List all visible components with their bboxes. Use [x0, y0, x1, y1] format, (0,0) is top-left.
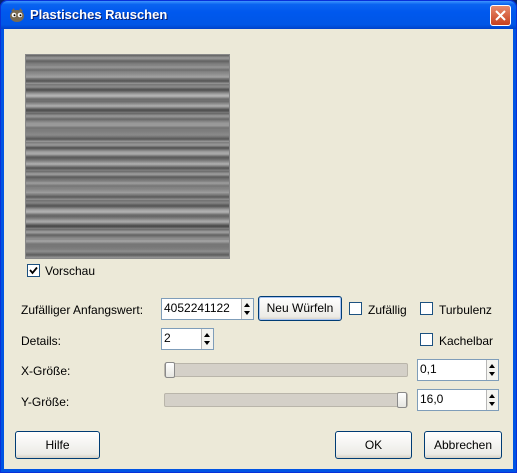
spin-up-icon[interactable]: [244, 303, 250, 307]
cancel-button[interactable]: Abbrechen: [424, 431, 502, 459]
spin-up-icon[interactable]: [204, 333, 210, 337]
seed-spinbox[interactable]: [161, 298, 254, 320]
tileable-checkbox[interactable]: [420, 333, 433, 346]
seed-spin-arrows[interactable]: [241, 299, 253, 319]
x-size-slider-handle[interactable]: [165, 362, 175, 378]
close-button[interactable]: [490, 5, 511, 26]
preview-label: Vorschau: [45, 264, 96, 278]
x-size-spin-arrows[interactable]: [486, 360, 498, 380]
spin-down-icon[interactable]: [489, 372, 495, 376]
spin-down-icon[interactable]: [204, 341, 210, 345]
x-size-spinbox[interactable]: [417, 359, 499, 381]
preview-checkbox[interactable]: [27, 264, 40, 277]
dialog-body: Vorschau Zufälliger Anfangswert: Neu Wür…: [4, 29, 513, 469]
checkmark-icon: [29, 266, 38, 275]
seed-input[interactable]: [164, 301, 240, 315]
tileable-label: Kachelbar: [439, 334, 494, 348]
gimp-icon: [8, 7, 26, 23]
help-button[interactable]: Hilfe: [15, 431, 100, 459]
seed-label: Zufälliger Anfangswert:: [21, 303, 144, 317]
random-label: Zufällig: [368, 303, 407, 317]
turbulence-checkbox[interactable]: [420, 302, 433, 315]
x-size-input[interactable]: [420, 362, 484, 376]
x-size-slider[interactable]: [164, 362, 408, 378]
y-size-spin-arrows[interactable]: [486, 390, 498, 410]
spin-up-icon[interactable]: [489, 364, 495, 368]
y-size-label: Y-Größe:: [21, 395, 70, 409]
close-icon: [495, 10, 506, 21]
y-size-slider[interactable]: [164, 392, 408, 408]
x-size-label: X-Größe:: [21, 364, 71, 378]
y-size-input[interactable]: [420, 392, 484, 406]
reseed-button[interactable]: Neu Würfeln: [258, 296, 342, 321]
details-spinbox[interactable]: [161, 328, 214, 350]
ok-button[interactable]: OK: [335, 431, 412, 459]
title-bar[interactable]: Plastisches Rauschen: [1, 1, 516, 29]
window-title: Plastisches Rauschen: [30, 7, 168, 22]
y-size-spinbox[interactable]: [417, 389, 499, 411]
spin-down-icon[interactable]: [244, 311, 250, 315]
details-label: Details:: [21, 334, 62, 348]
random-checkbox[interactable]: [349, 302, 362, 315]
dialog-window: Plastisches Rauschen Vorschau Zufälliger…: [0, 0, 517, 473]
noise-preview: [25, 54, 230, 259]
turbulence-label: Turbulenz: [439, 303, 492, 317]
details-input[interactable]: [164, 331, 200, 345]
spin-down-icon[interactable]: [489, 402, 495, 406]
y-size-slider-handle[interactable]: [397, 392, 407, 408]
spin-up-icon[interactable]: [489, 394, 495, 398]
details-spin-arrows[interactable]: [201, 329, 213, 349]
